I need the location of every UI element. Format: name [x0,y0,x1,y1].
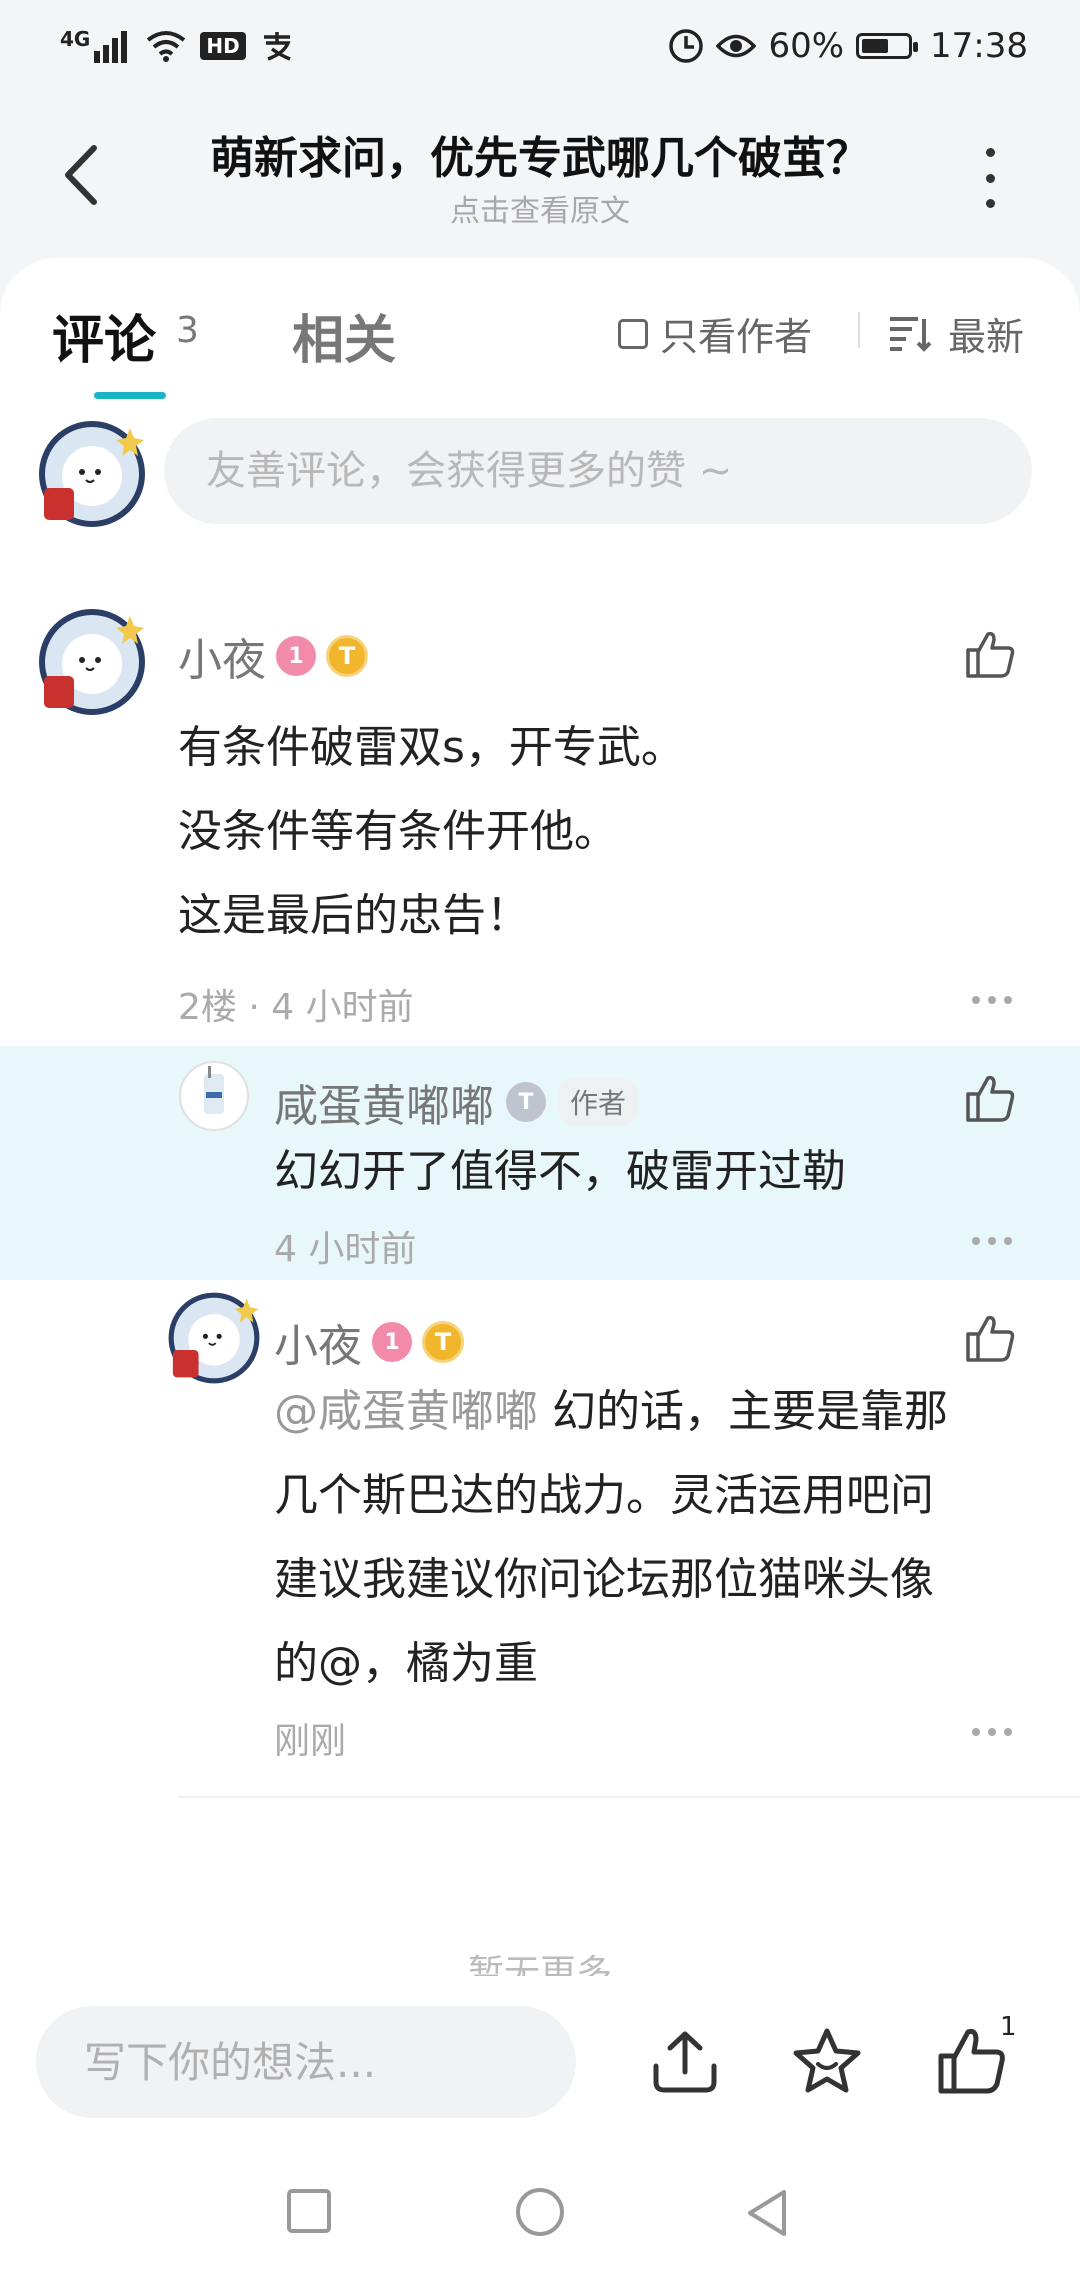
comment-line: 没条件等有条件开他。 [178,806,618,857]
divider [178,1796,1080,1798]
level-badge-icon: 1 [372,1322,412,1362]
view-original-link[interactable]: 点击查看原文 [150,186,930,230]
tab-related[interactable]: 相关 [292,298,396,373]
active-tab-indicator [94,392,166,399]
reply-meta: 4 小时前 [274,1229,417,1270]
like-icon[interactable] [964,1072,1016,1124]
like-count: 1 [1000,2012,1017,2042]
title-badge-icon: T [506,1082,546,1122]
reply-line: 的@，橘为重 [274,1638,538,1689]
like-icon[interactable] [964,1312,1016,1364]
back-nav-icon[interactable] [744,2188,790,2238]
author-tag: 作者 [558,1078,639,1126]
reply-body: 幻幻开了值得不，破雷开过勒 [274,1146,846,1197]
more-options-icon[interactable] [970,148,1010,208]
share-icon[interactable] [650,2026,720,2096]
more-icon[interactable] [972,1728,1012,1736]
status-right: 60% 17:38 [668,22,1028,70]
recents-icon[interactable] [286,2188,332,2234]
comment-input[interactable] [164,418,1032,524]
like-icon[interactable] [936,2026,1006,2096]
checkbox-icon [618,318,648,349]
title-badge-icon: T [422,1321,464,1363]
username[interactable]: 小夜 [178,624,266,688]
wifi-icon [147,31,186,62]
page-title: 萌新求问，优先专武哪几个破茧？ [210,133,870,184]
comment-count: 3 [176,310,199,351]
avatar[interactable] [178,1060,250,1132]
reply-header: 咸蛋黄嘟嘟 T 作者 [274,1070,639,1134]
only-author-label: 只看作者 [660,315,813,359]
comment-body: 有条件破雷双s，开专武。 没条件等有条件开他。 这是最后的忠告！ [178,706,1018,958]
battery-fill [862,39,889,53]
like-icon[interactable] [964,628,1016,680]
my-avatar[interactable] [36,418,148,530]
star-icon[interactable] [792,2026,862,2096]
dnd-icon [669,29,704,63]
hd-badge: HD [200,32,246,60]
reply-line: 几个斯巴达的战力。灵活运用吧问 [274,1470,934,1521]
sort-label: 最新 [948,315,1025,359]
signal-icon [94,31,128,63]
eye-icon [716,34,757,58]
battery-icon [856,33,919,59]
avatar[interactable] [166,1290,262,1386]
level-badge-icon: 1 [276,636,316,676]
sort-button[interactable]: 最新 [888,306,1024,361]
reply-meta: 刚刚 [274,1721,347,1762]
load-more-text: 暂无更多 [467,1953,612,1976]
clock: 17:38 [930,26,1028,66]
reply-body: @咸蛋黄嘟嘟 幻的话，主要是靠那 几个斯巴达的战力。灵活运用吧问 建议我建议你问… [274,1370,1034,1706]
mention-link[interactable]: @咸蛋黄嘟嘟 [274,1386,538,1437]
avatar[interactable] [36,606,148,718]
network-label: 4G [60,27,91,51]
reply-header: 小夜 1 T [274,1310,464,1374]
write-box[interactable] [36,2006,576,2118]
status-bar: 4G HD 60% 17:38 [0,0,1080,92]
alipay-icon [263,32,291,61]
more-icon[interactable] [972,1237,1012,1245]
comment-input-box[interactable] [164,418,1032,524]
comment-header: 小夜 1 T [178,624,368,688]
tab-comments[interactable]: 评论 [52,298,156,373]
battery-percent: 60% [768,26,845,66]
username[interactable]: 咸蛋黄嘟嘟 [274,1070,494,1134]
comment-line: 这是最后的忠告！ [178,890,530,941]
comment-meta: 2楼 · 4 小时前 [178,987,414,1028]
divider [858,312,860,348]
comment-line: 有条件破雷双s，开专武。 [178,722,685,773]
reply-text: 幻的话，主要是靠那 [538,1386,948,1437]
title-badge-icon: T [326,635,368,677]
reply-line: @咸蛋黄嘟嘟 幻的话，主要是靠那 [274,1370,1034,1454]
only-author-toggle[interactable]: 只看作者 [618,306,812,361]
write-input[interactable] [36,2006,576,2118]
reply-line: 建议我建议你问论坛那位猫咪头像 [274,1554,934,1605]
back-icon[interactable] [54,140,110,210]
sort-icon [890,316,932,352]
status-left: 4G HD [60,26,294,66]
home-icon[interactable] [514,2186,566,2238]
username[interactable]: 小夜 [274,1310,362,1374]
more-icon[interactable] [972,996,1012,1004]
